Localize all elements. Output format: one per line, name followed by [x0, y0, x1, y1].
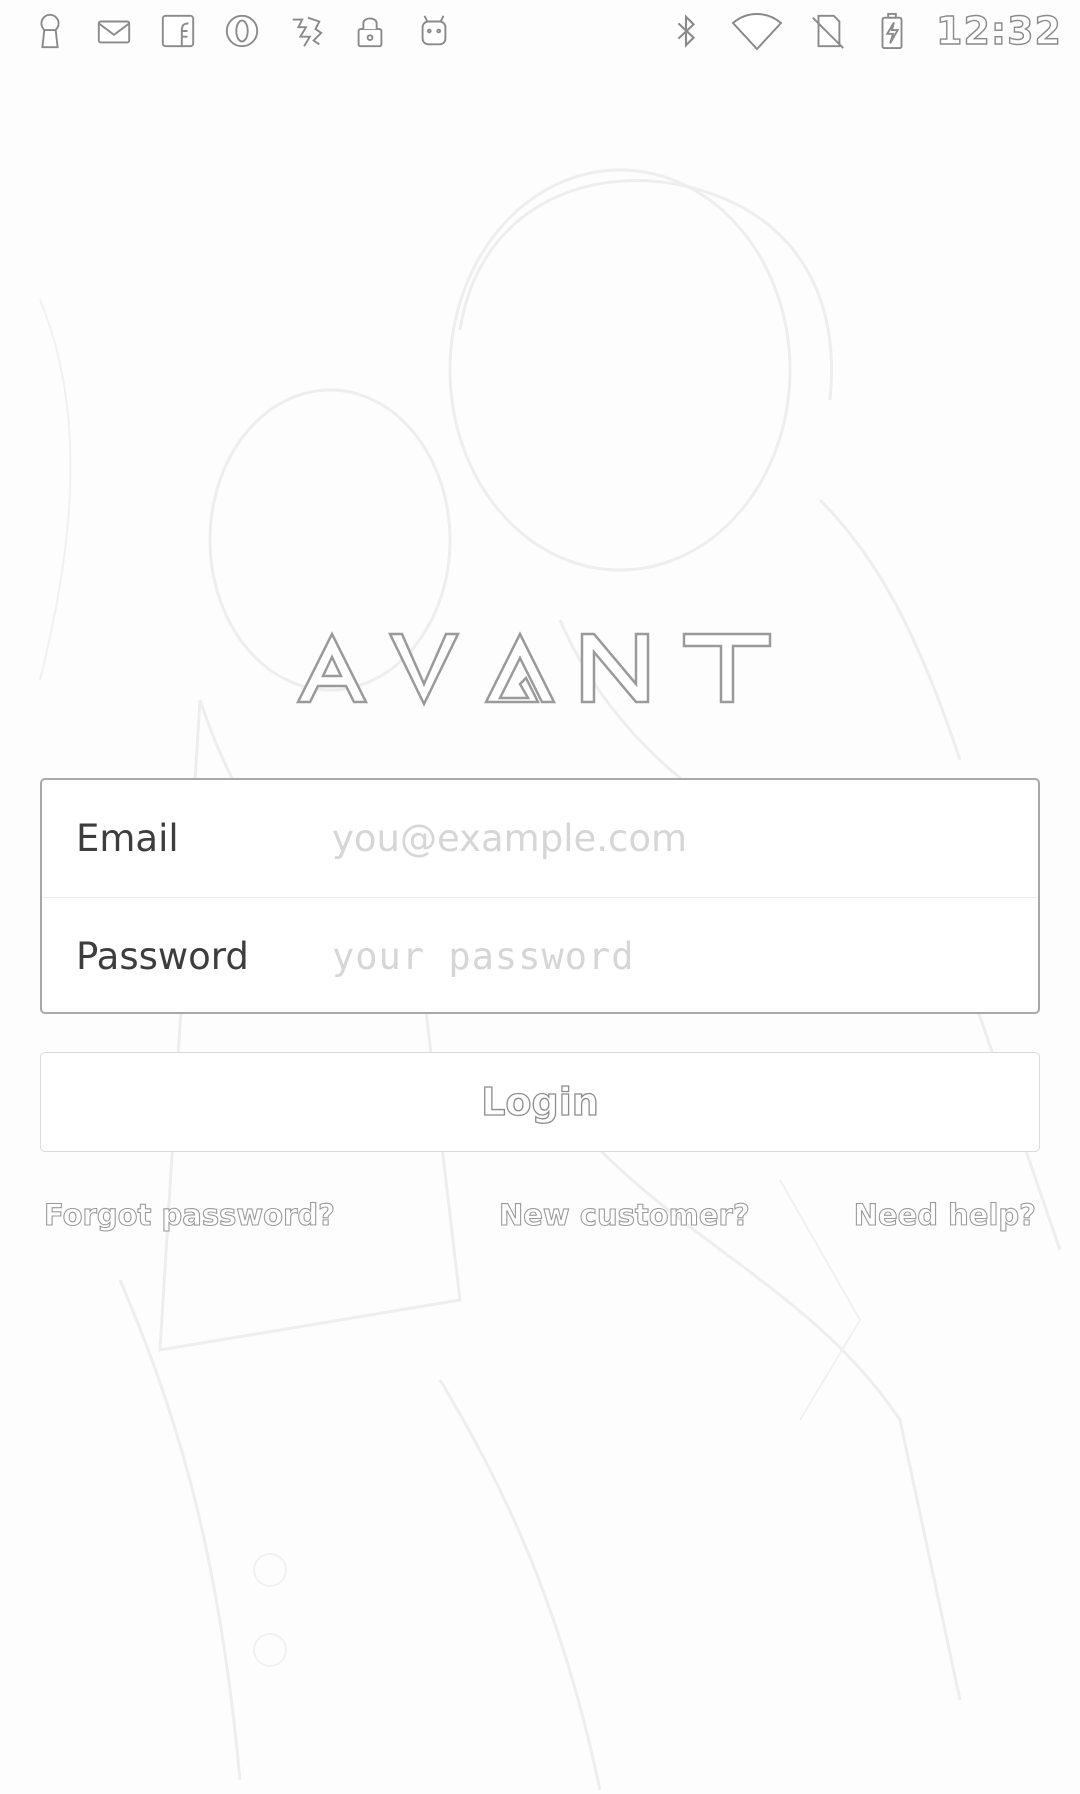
forgot-password-link[interactable]: Forgot password?	[43, 1197, 335, 1232]
avant-logo	[295, 631, 772, 707]
password-row: Password	[42, 897, 1038, 1014]
battery-charging-icon	[872, 9, 912, 53]
need-help-link[interactable]: Need help?	[853, 1197, 1036, 1232]
new-customer-link[interactable]: New customer?	[498, 1197, 750, 1232]
password-label: Password	[76, 934, 249, 978]
opera-icon	[222, 9, 262, 53]
login-screen: 12:32 Email Password	[0, 0, 1080, 1794]
notification-icons	[30, 9, 454, 53]
helper-links: Forgot password? New customer? Need help…	[43, 1190, 1036, 1240]
facebook-icon	[158, 9, 198, 53]
system-icons: 12:32	[666, 8, 1062, 54]
android-icon	[414, 9, 454, 53]
login-button[interactable]: Login	[40, 1052, 1040, 1152]
email-row: Email	[42, 780, 1038, 897]
games-icon	[286, 9, 326, 53]
email-label: Email	[76, 817, 179, 860]
bluetooth-icon	[666, 9, 706, 53]
no-sim-icon	[808, 9, 848, 53]
app-logo	[0, 628, 1080, 708]
status-time: 12:32	[935, 8, 1062, 53]
login-form: Email Password	[40, 778, 1040, 1014]
mail-icon	[94, 9, 134, 53]
keyhole-icon	[30, 9, 70, 53]
status-bar: 12:32	[0, 0, 1080, 62]
wifi-icon	[730, 9, 784, 53]
password-field[interactable]	[332, 916, 1038, 996]
email-field[interactable]	[332, 798, 1038, 879]
lock-icon	[350, 9, 390, 53]
